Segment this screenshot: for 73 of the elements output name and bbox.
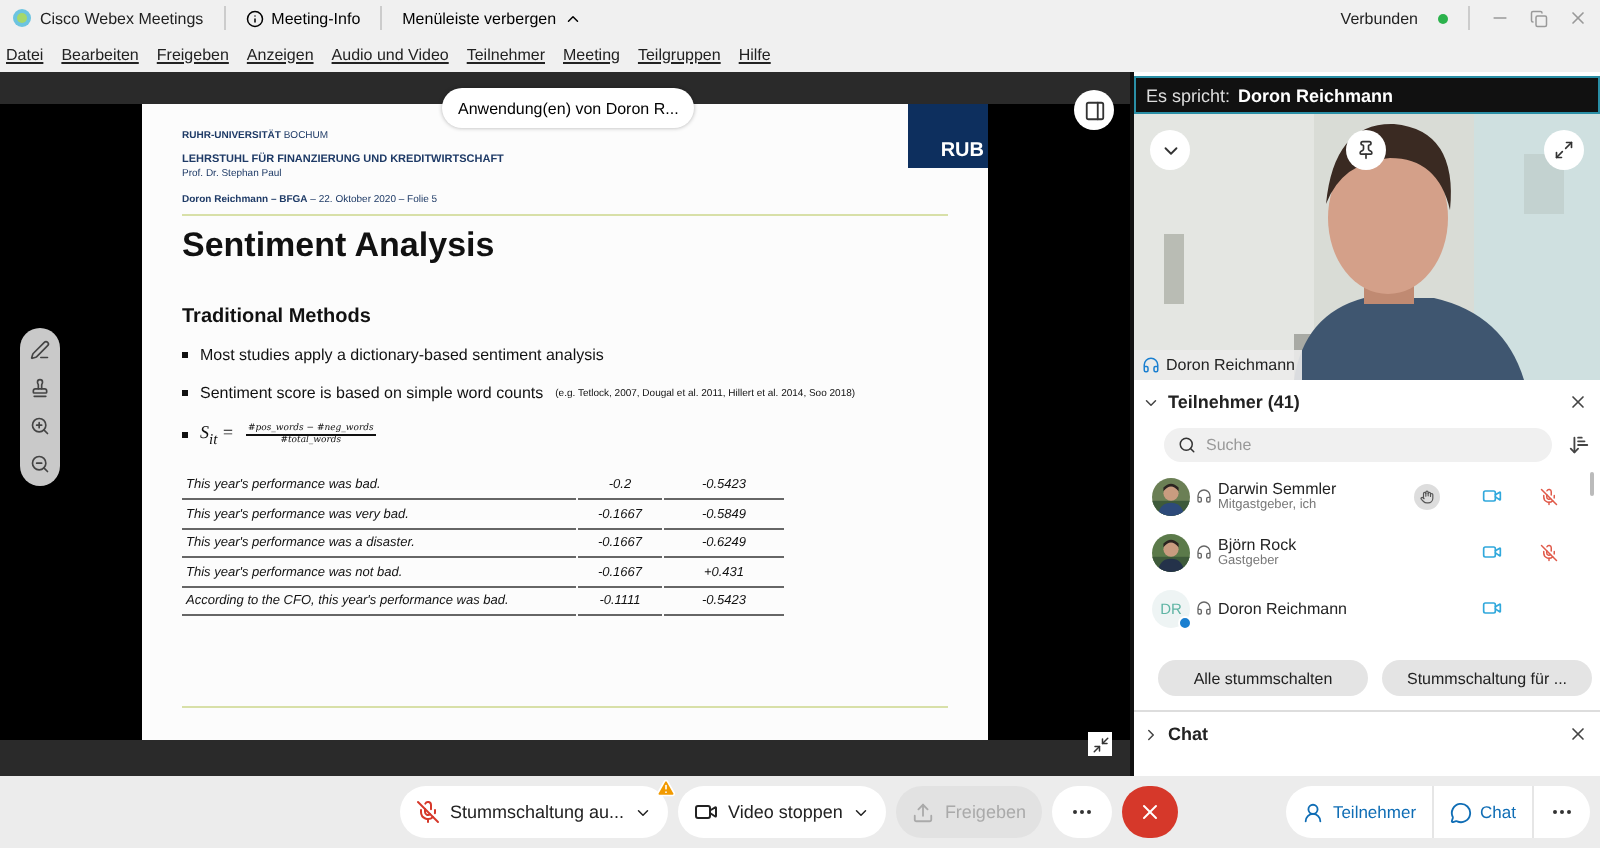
zoom-out-icon — [30, 454, 50, 474]
chevron-right-icon — [1142, 725, 1160, 743]
stamp-icon — [30, 378, 50, 398]
video-camera-icon — [694, 800, 719, 824]
chat-bubble-icon — [1450, 801, 1473, 823]
connection-status: Verbunden — [1340, 9, 1418, 27]
meeting-info-button[interactable]: Meeting-Info — [245, 9, 361, 27]
participant-name: Darwin Semmler — [1218, 480, 1339, 498]
chat-panel-button[interactable]: Chat — [1432, 786, 1532, 838]
close-icon — [1568, 8, 1588, 28]
bullet-text: Most studies apply a dictionary-based sentiment analysis — [200, 346, 604, 364]
raised-hand-icon[interactable] — [1413, 483, 1439, 509]
university-logo: RUB — [908, 104, 988, 168]
person-icon — [1302, 801, 1325, 823]
close-button[interactable] — [1568, 392, 1588, 412]
pen-icon — [30, 340, 50, 360]
menu-item[interactable]: Datei — [6, 45, 44, 63]
headset-icon — [1142, 356, 1160, 374]
speaker-label: Es spricht: — [1146, 85, 1231, 105]
menu-item[interactable]: Teilgruppen — [637, 45, 721, 63]
participant-name: Doron Reichmann — [1218, 599, 1349, 617]
close-icon — [1568, 392, 1588, 412]
exit-fullscreen-button[interactable] — [1088, 732, 1112, 756]
search-icon — [1178, 436, 1196, 454]
menu-item[interactable]: Teilnehmer — [466, 45, 545, 63]
expand-icon — [1554, 140, 1574, 160]
participants-panel-button[interactable]: Teilnehmer — [1286, 786, 1433, 838]
close-icon — [1137, 800, 1162, 824]
close-icon — [1568, 724, 1588, 744]
sort-icon — [1568, 434, 1590, 456]
restore-icon — [1530, 9, 1548, 27]
video-button[interactable]: Video stoppen — [678, 786, 887, 838]
menu-item[interactable]: Meeting — [563, 45, 620, 63]
end-meeting-button[interactable] — [1121, 786, 1178, 838]
headset-icon — [1196, 544, 1212, 560]
menu-item[interactable]: Anzeigen — [246, 45, 314, 63]
formula-symbol: S$_{it}$ = — [200, 422, 234, 448]
close-button[interactable] — [1568, 724, 1588, 744]
headset-icon — [1196, 600, 1212, 616]
menu-toggle-button[interactable]: Menüleiste verbergen — [402, 9, 583, 27]
menu-item[interactable]: Audio und Video — [331, 45, 449, 63]
mute-button[interactable]: Stummschaltung au... — [400, 786, 669, 838]
webex-logo-icon — [12, 8, 32, 28]
sharing-label: Anwendung(en) von Doron R... — [442, 88, 695, 128]
layout-button[interactable] — [1074, 90, 1114, 130]
bullet-icon — [182, 390, 188, 396]
info-icon — [245, 9, 264, 27]
menu-item[interactable]: Bearbeiten — [61, 45, 139, 63]
bullet-icon — [182, 431, 188, 438]
participant-name: Björn Rock — [1218, 536, 1299, 554]
menu-item[interactable]: Hilfe — [738, 45, 771, 63]
bullet-icon — [182, 352, 188, 358]
chat-title: Chat — [1168, 724, 1210, 744]
video-name: Doron Reichmann — [1166, 356, 1295, 374]
slide-subtitle: Traditional Methods — [182, 306, 373, 328]
muted-microphone-icon — [416, 800, 440, 824]
panel-icon — [1083, 99, 1105, 121]
mute-all-button[interactable]: Stummschaltung für ... — [1382, 660, 1592, 696]
slide-title: Sentiment Analysis — [182, 226, 497, 266]
pin-icon — [1356, 140, 1376, 160]
speaker-name: Doron Reichmann — [1238, 85, 1394, 105]
shrink-icon — [1091, 735, 1109, 753]
app-title: Cisco Webex Meetings — [40, 9, 204, 27]
upload-icon — [912, 801, 935, 823]
participants-title: Teilnehmer (41) — [1168, 392, 1302, 412]
sort-button[interactable] — [1568, 434, 1590, 456]
mute-all-button[interactable]: Alle stummschalten — [1158, 660, 1368, 696]
headset-icon — [1196, 488, 1212, 504]
bullet-text: Sentiment score is based on simple word counts — [200, 384, 544, 402]
section-toggle[interactable] — [1142, 725, 1160, 743]
search-field[interactable]: Suche — [1164, 428, 1552, 462]
menu-item[interactable]: Freigeben — [156, 45, 229, 63]
zoom-in-icon — [30, 416, 50, 436]
